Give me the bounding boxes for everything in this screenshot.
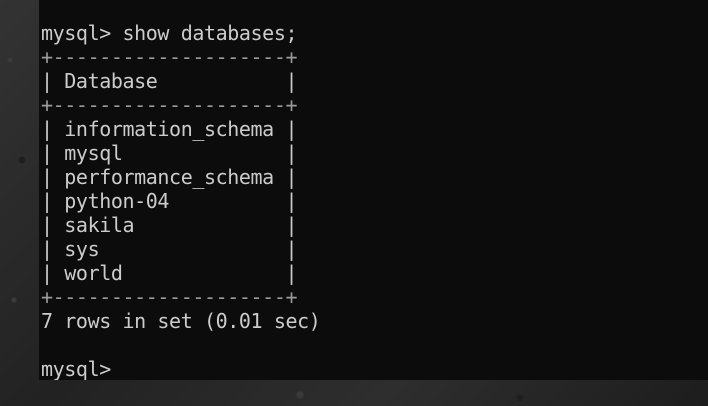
result-summary: 7 rows in set (0.01 sec) (41, 309, 321, 333)
table-header-row: | Database | (41, 69, 298, 93)
table-header-border: +--------------------+ (41, 93, 298, 117)
table-row: | python-04 | (41, 189, 298, 213)
table-top-border: +--------------------+ (41, 45, 298, 69)
table-row: | performance_schema | (41, 165, 298, 189)
table-bottom-border: +--------------------+ (41, 285, 298, 309)
terminal-window[interactable]: mysql> show databases; +----------------… (39, 0, 708, 380)
table-row: | sys | (41, 237, 298, 261)
table-row: | sakila | (41, 213, 298, 237)
mysql-prompt[interactable]: mysql> (41, 357, 111, 380)
table-row: | world | (41, 261, 298, 285)
table-row: | mysql | (41, 141, 298, 165)
command-line: mysql> show databases; (41, 21, 298, 45)
table-row: | information_schema | (41, 117, 298, 141)
